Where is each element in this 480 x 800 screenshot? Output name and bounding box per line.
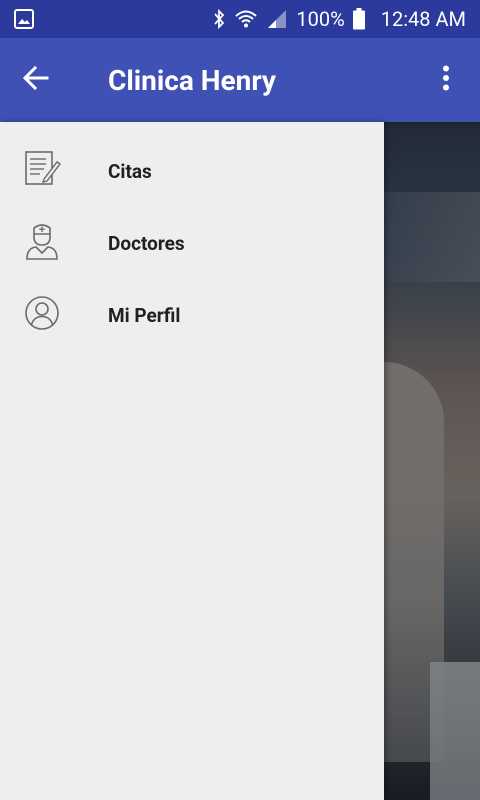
screen: 100% 12:48 AM Clinica Henry Citas Doctor… xyxy=(0,0,480,800)
profile-icon xyxy=(22,293,62,333)
status-bar: 100% 12:48 AM xyxy=(0,0,480,38)
drawer-item-label: Citas xyxy=(108,159,152,183)
app-bar: Clinica Henry xyxy=(0,38,480,122)
battery-icon xyxy=(352,8,365,30)
drawer-item-doctores[interactable]: Doctores xyxy=(0,207,384,279)
navigation-drawer: Citas Doctores Mi Perfil xyxy=(0,122,384,800)
arrow-back-icon xyxy=(22,65,49,95)
app-title: Clinica Henry xyxy=(108,63,276,97)
image-notification-icon xyxy=(14,9,34,29)
cell-signal-icon xyxy=(266,8,288,30)
doctor-icon xyxy=(22,221,62,261)
drawer-item-label: Doctores xyxy=(108,231,185,255)
bluetooth-icon xyxy=(212,8,226,30)
clock: 12:48 AM xyxy=(380,7,466,31)
overflow-menu-button[interactable] xyxy=(426,60,466,100)
drawer-item-citas[interactable]: Citas xyxy=(0,135,384,207)
back-button[interactable] xyxy=(16,60,56,100)
appointment-list-icon xyxy=(22,149,62,189)
wifi-icon xyxy=(234,8,258,30)
more-vert-icon xyxy=(442,65,450,95)
battery-percent: 100% xyxy=(296,7,345,31)
drawer-item-label: Mi Perfil xyxy=(108,303,181,327)
drawer-item-mi-perfil[interactable]: Mi Perfil xyxy=(0,279,384,351)
